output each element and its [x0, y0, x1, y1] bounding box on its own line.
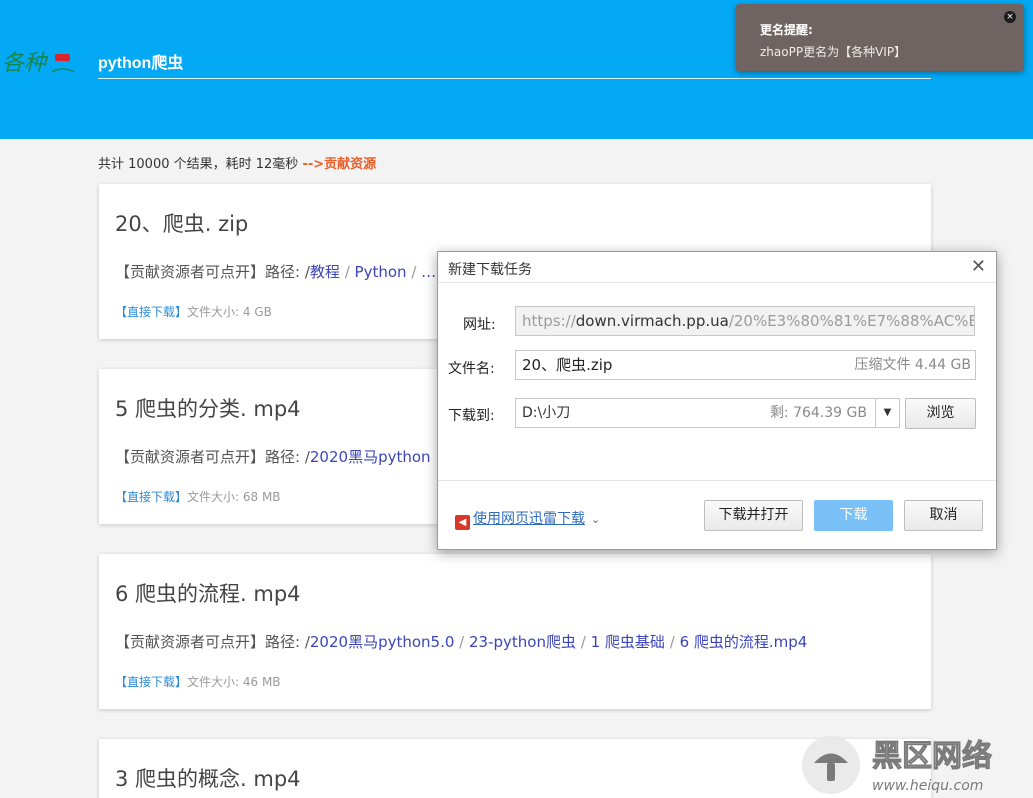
site-watermark: 黑区网络 www.heiqu.com: [800, 732, 1033, 798]
path-crumb[interactable]: …: [421, 263, 436, 281]
free-space-hint: 剩: 764.39 GB: [769, 405, 867, 421]
site-logo[interactable]: 各种: [2, 44, 78, 80]
save-path-value: D:\小刀: [522, 405, 571, 421]
result-path: 【贡献资源者可点开】路径: /2020黑马python5.0 / 23-pyth…: [115, 633, 808, 651]
url-host: down.virmach.pp.ua: [575, 312, 729, 330]
result-title[interactable]: 5 爬虫的分类. mp4: [115, 393, 301, 423]
file-size-hint: 压缩文件 4.44 GB: [854, 357, 971, 373]
url-label: 网址:: [463, 317, 496, 333]
result-title[interactable]: 6 爬虫的流程. mp4: [115, 578, 301, 608]
result-title[interactable]: 3 爬虫的概念. mp4: [115, 763, 301, 793]
url-field[interactable]: https://down.virmach.pp.ua/20%E3%80%81%E…: [515, 306, 975, 336]
close-icon[interactable]: ✕: [971, 257, 986, 277]
cancel-button[interactable]: 取消: [904, 500, 983, 531]
result-meta: 【直接下载】文件大小: 46 MB: [115, 673, 281, 690]
close-icon[interactable]: ×: [1004, 11, 1016, 23]
rename-notification: 更名提醒: zhaoPP更名为【各种VIP】 ×: [736, 4, 1024, 71]
double-chevron-down-icon[interactable]: ⌄: [591, 513, 600, 526]
path-crumb[interactable]: 23-python爬虫: [469, 633, 576, 651]
thunder-icon: ◀: [455, 515, 470, 530]
notification-message: zhaoPP更名为【各种VIP】: [760, 45, 907, 59]
direct-download-link[interactable]: 【直接下载】: [115, 305, 187, 319]
result-path: 【贡献资源者可点开】路径: /教程 / Python / …: [115, 263, 437, 281]
file-size: 文件大小: 4 GB: [187, 305, 272, 319]
url-path: /20%E3%80%81%E7%88%AC%E8%: [728, 312, 975, 330]
logo-text: 各种: [2, 51, 49, 76]
dialog-title: 新建下载任务: [448, 262, 532, 278]
notification-title: 更名提醒:: [760, 23, 813, 37]
filename-label: 文件名:: [448, 361, 495, 377]
path-prefix: 【贡献资源者可点开】路径: /: [115, 448, 310, 466]
result-title[interactable]: 20、爬虫. zip: [115, 208, 248, 238]
contribute-link[interactable]: -->贡献资源: [302, 157, 376, 172]
watermark-text: 黑区网络: [872, 739, 992, 774]
path-prefix: 【贡献资源者可点开】路径: /: [115, 633, 310, 651]
path-crumb[interactable]: 1 爬虫基础: [591, 633, 665, 651]
direct-download-link[interactable]: 【直接下载】: [115, 675, 187, 689]
file-size: 文件大小: 68 MB: [187, 490, 281, 504]
thunder-web-link[interactable]: 使用网页迅雷下载: [473, 511, 585, 527]
thunder-web-download: ◀ 使用网页迅雷下载 ⌄: [455, 508, 600, 530]
path-crumb[interactable]: 2020黑马python5.0: [310, 633, 455, 651]
filename-value: 20、爬虫.zip: [522, 356, 613, 374]
dialog-header: 新建下载任务 ✕: [438, 252, 996, 283]
filename-field[interactable]: 20、爬虫.zip 压缩文件 4.44 GB: [515, 350, 976, 380]
save-to-label: 下载到:: [448, 408, 495, 424]
result-meta: 【直接下载】文件大小: 4 GB: [115, 303, 272, 320]
new-download-dialog: 新建下载任务 ✕ 网址: https://down.virmach.pp.ua/…: [437, 251, 997, 550]
dialog-divider: [438, 480, 996, 481]
save-path-field[interactable]: D:\小刀 剩: 764.39 GB ▼: [515, 398, 900, 428]
summary-text: 共计 10000 个结果，耗时 12毫秒: [98, 157, 303, 172]
download-and-open-button[interactable]: 下载并打开: [704, 500, 803, 531]
path-crumb[interactable]: Python: [355, 263, 407, 281]
chevron-down-icon[interactable]: ▼: [875, 399, 899, 427]
file-size: 文件大小: 46 MB: [187, 675, 281, 689]
result-card: 6 爬虫的流程. mp4 【贡献资源者可点开】路径: /2020黑马python…: [99, 554, 931, 709]
browse-button[interactable]: 浏览: [905, 398, 976, 429]
watermark-url: www.heiqu.com: [872, 778, 983, 794]
result-path: 【贡献资源者可点开】路径: /2020黑马python: [115, 446, 431, 467]
download-button[interactable]: 下载: [814, 500, 893, 531]
path-crumb[interactable]: 2020黑马python: [310, 448, 431, 466]
result-meta: 【直接下载】文件大小: 68 MB: [115, 488, 281, 505]
direct-download-link[interactable]: 【直接下载】: [115, 490, 187, 504]
result-summary: 共计 10000 个结果，耗时 12毫秒 -->贡献资源: [98, 153, 376, 172]
path-crumb[interactable]: 教程: [310, 263, 340, 281]
url-scheme: https://: [522, 312, 576, 330]
path-crumb[interactable]: 6 爬虫的流程.mp4: [680, 633, 808, 651]
path-prefix: 【贡献资源者可点开】路径: /: [115, 263, 310, 281]
